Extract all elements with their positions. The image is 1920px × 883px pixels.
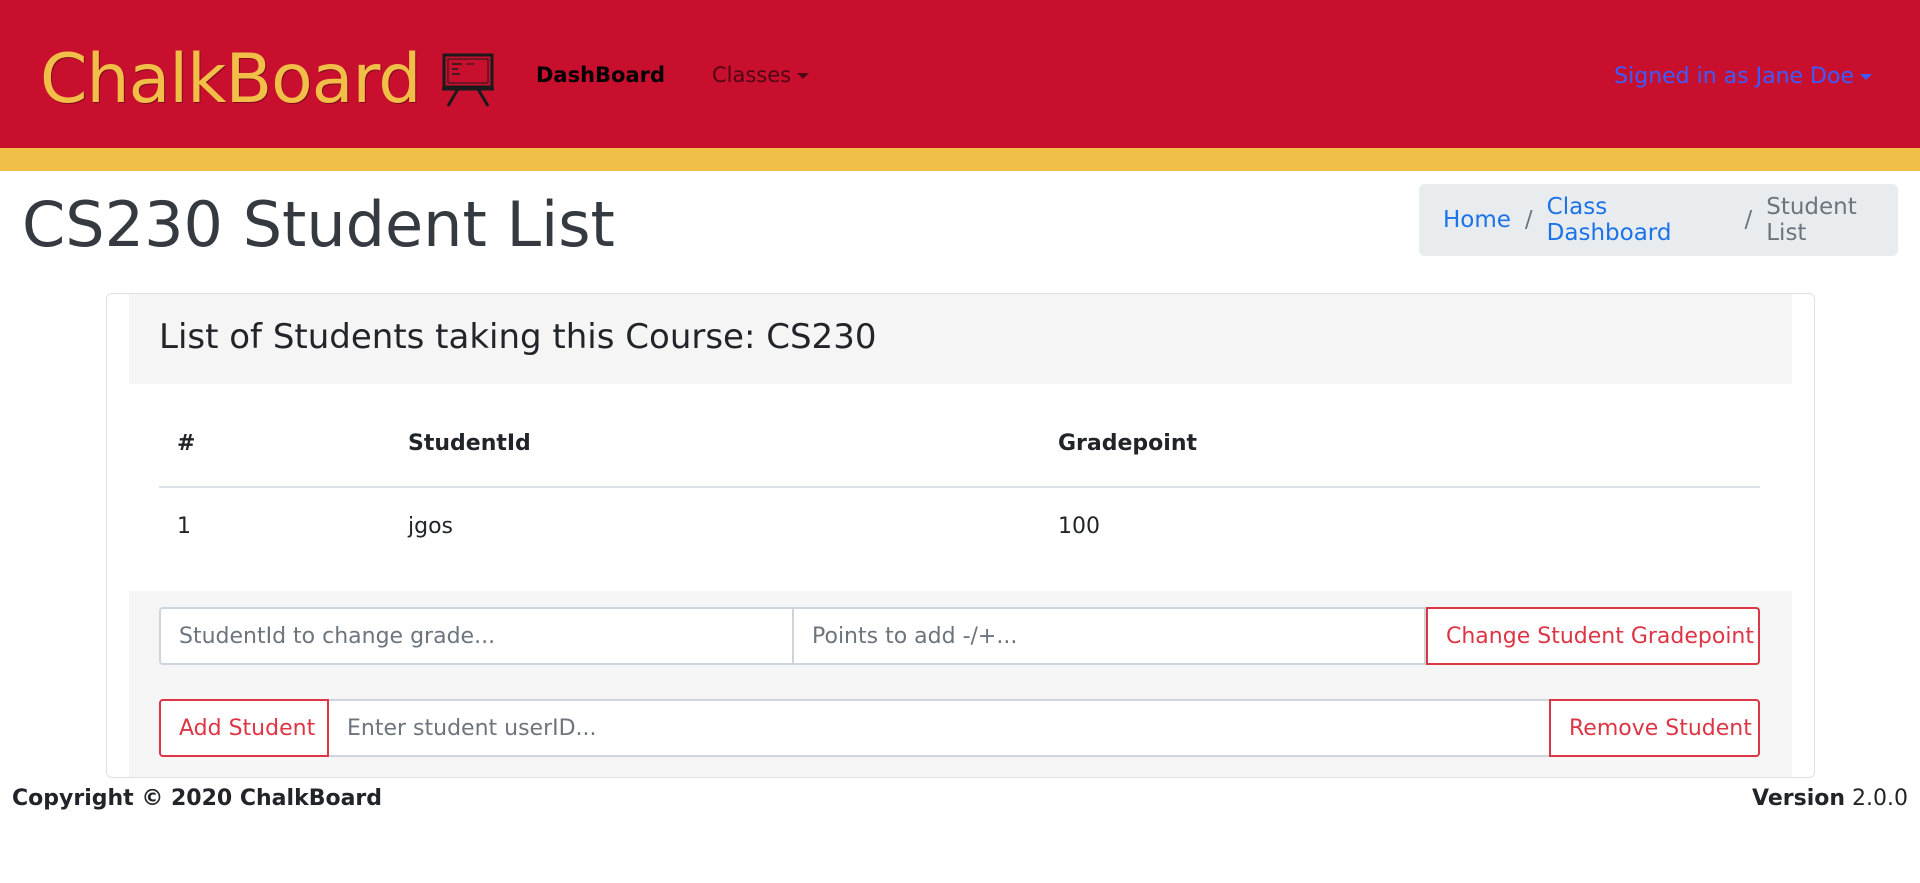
- chevron-down-icon: [1860, 74, 1872, 80]
- card-header: List of Students taking this Course: CS2…: [129, 294, 1792, 384]
- change-grade-form: Change Student Gradepoint: [159, 607, 1760, 665]
- table-header-divider: [159, 486, 1760, 488]
- column-header-gradepoint: Gradepoint: [1058, 431, 1198, 456]
- points-input[interactable]: [794, 607, 1426, 665]
- version-value: 2.0.0: [1852, 786, 1908, 811]
- column-header-number: #: [177, 431, 196, 456]
- card-title: List of Students taking this Course: CS2…: [159, 317, 877, 357]
- user-menu-label: Signed in as Jane Doe: [1614, 64, 1854, 89]
- nav-classes-dropdown[interactable]: Classes: [712, 60, 810, 90]
- change-gradepoint-button[interactable]: Change Student Gradepoint: [1426, 607, 1760, 665]
- user-menu[interactable]: Signed in as Jane Doe: [1614, 62, 1872, 92]
- column-header-studentid: StudentId: [408, 431, 531, 456]
- footer-copyright: Copyright © 2020 ChalkBoard: [12, 786, 383, 811]
- student-form: Add Student Remove Student: [159, 699, 1760, 757]
- breadcrumb-current: Student List: [1766, 194, 1857, 246]
- nav-dashboard[interactable]: DashBoard: [536, 60, 665, 90]
- footer-version: Version 2.0.0: [1752, 784, 1908, 814]
- brand[interactable]: ChalkBoard: [40, 40, 496, 120]
- cell-gradepoint: 100: [1058, 514, 1100, 539]
- cell-number: 1: [177, 514, 191, 539]
- chevron-down-icon: [797, 73, 810, 79]
- cell-studentid: jgos: [408, 514, 453, 539]
- breadcrumb-class-dashboard[interactable]: Class Dashboard: [1547, 194, 1731, 246]
- version-label: Version: [1752, 786, 1846, 811]
- page-title: CS230 Student List: [22, 188, 615, 261]
- navbar: ChalkBoard DashBoard Classes Signed in a…: [0, 0, 1920, 148]
- breadcrumb-home[interactable]: Home: [1443, 207, 1511, 233]
- add-student-button[interactable]: Add Student: [159, 699, 329, 757]
- breadcrumb-separator: /: [1524, 207, 1533, 233]
- nav-classes-label: Classes: [712, 63, 792, 87]
- navbar-accent-stripe: [0, 148, 1920, 171]
- breadcrumb-separator: /: [1744, 207, 1753, 233]
- student-userid-input[interactable]: [329, 699, 1549, 757]
- breadcrumb: Home / Class Dashboard / Student List: [1419, 184, 1898, 256]
- studentid-grade-input[interactable]: [159, 607, 794, 665]
- brand-name[interactable]: ChalkBoard: [40, 46, 421, 114]
- chalkboard-icon: [442, 53, 495, 107]
- student-list-card: List of Students taking this Course: CS2…: [106, 293, 1815, 778]
- remove-student-button[interactable]: Remove Student: [1549, 699, 1760, 757]
